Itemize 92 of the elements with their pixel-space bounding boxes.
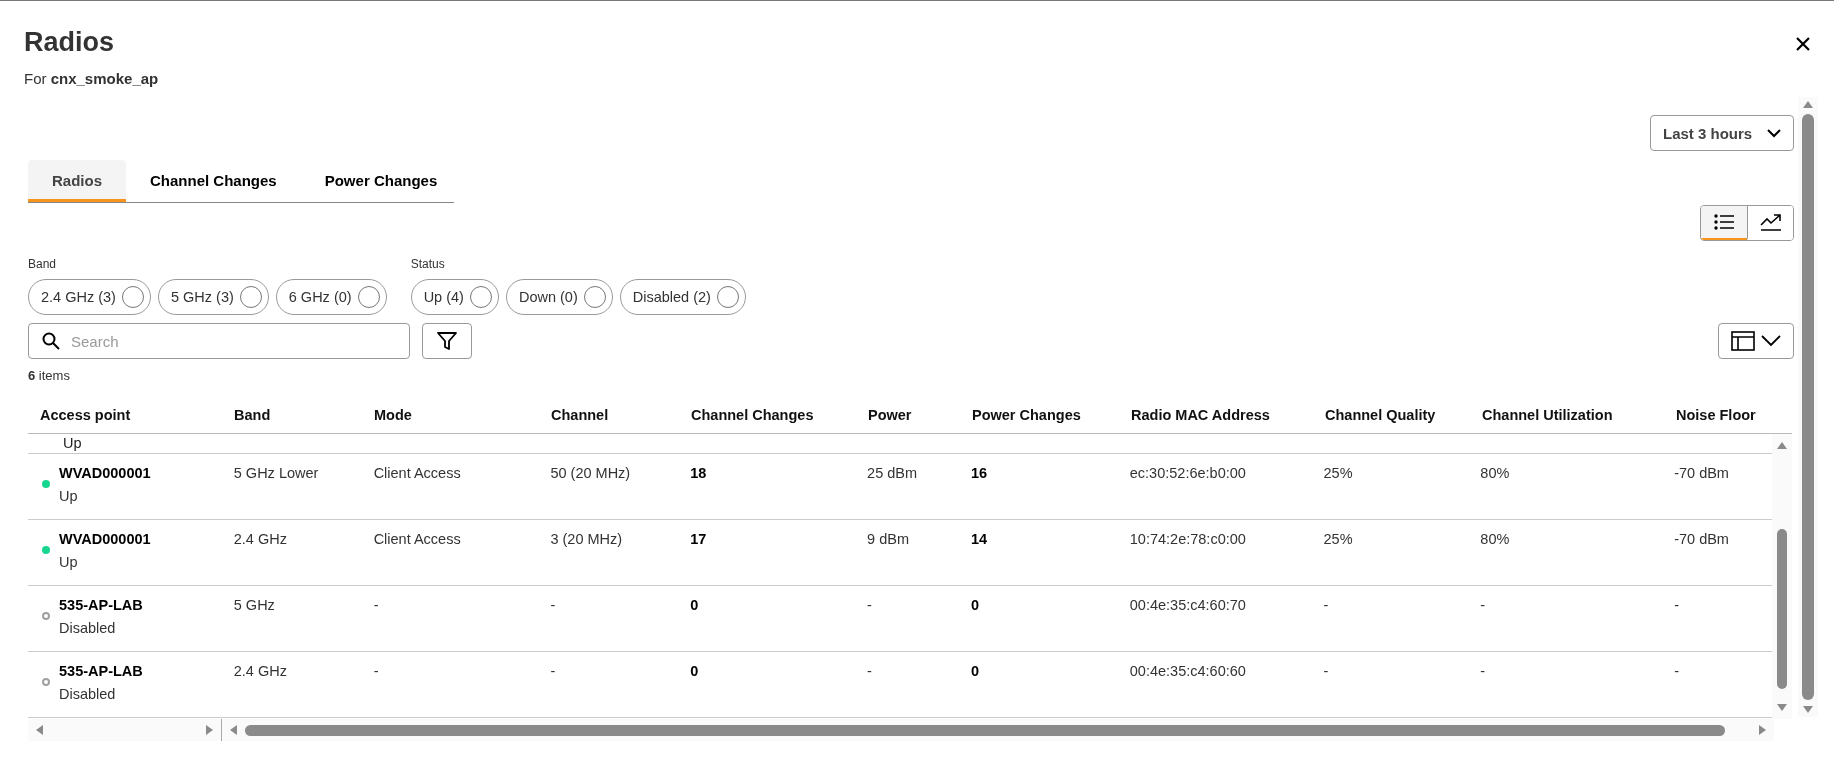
- status-text: Disabled: [59, 686, 117, 702]
- close-icon: [1796, 37, 1810, 51]
- column-header[interactable]: Channel Quality: [1313, 407, 1470, 423]
- table-cell: 0: [690, 663, 699, 679]
- scrollbar[interactable]: [1798, 97, 1818, 717]
- table-cell: 18: [690, 465, 707, 481]
- chevron-down-icon: [1761, 335, 1781, 347]
- table-cell: 10:74:2e:78:c0:00: [1129, 531, 1246, 547]
- table-cell: 14: [970, 531, 988, 547]
- column-header[interactable]: Power: [856, 407, 960, 423]
- table-cell: 5 GHz: [233, 597, 275, 613]
- table-cell: -70 dBm: [1674, 465, 1729, 481]
- dialog-title: Radios: [24, 27, 116, 58]
- chevron-down-icon: [1767, 128, 1781, 138]
- table-cell: -: [550, 597, 556, 613]
- column-header[interactable]: Mode: [362, 407, 539, 423]
- table-cell: 2.4 GHz: [233, 663, 287, 679]
- table-cell: -: [867, 663, 872, 679]
- list-icon: [1714, 214, 1734, 230]
- column-header[interactable]: Band: [222, 407, 362, 423]
- table-cell: -: [373, 597, 379, 613]
- filter-button[interactable]: [422, 323, 472, 359]
- dialog-subtitle: For cnx_smoke_ap: [24, 70, 159, 87]
- table-cell: 0: [690, 597, 699, 613]
- scrollbar[interactable]: [222, 719, 1774, 741]
- access-point-name[interactable]: WVAD000001: [59, 465, 151, 481]
- filter-label: Status: [410, 257, 446, 271]
- column-header[interactable]: Channel Utilization: [1470, 407, 1664, 423]
- column-settings-button[interactable]: [1718, 323, 1794, 359]
- table-cell: 17: [690, 531, 707, 547]
- table-cell: Client Access: [373, 465, 461, 481]
- chart-view-button[interactable]: [1747, 206, 1793, 240]
- status-text: Up: [59, 488, 79, 504]
- item-count: 6 items: [28, 368, 71, 383]
- table-cell: -: [1480, 597, 1486, 613]
- status-text: Disabled: [59, 620, 117, 636]
- status-text: Up: [59, 554, 79, 570]
- search-icon: [42, 332, 60, 350]
- access-point-name[interactable]: 535-AP-LAB: [59, 663, 143, 679]
- table-cell: 5 GHz Lower: [233, 465, 319, 481]
- search-field[interactable]: Search: [28, 323, 410, 359]
- column-header[interactable]: Noise Floor: [1664, 407, 1774, 423]
- table-cell: -70 dBm: [1674, 531, 1729, 547]
- trend-line-icon: [1759, 213, 1782, 231]
- table-cell: 80%: [1480, 531, 1510, 547]
- table-cell: 00:4e:35:c4:60:70: [1129, 597, 1246, 613]
- tab[interactable]: Channel Changes: [126, 160, 301, 202]
- column-header[interactable]: Channel Changes: [679, 407, 856, 423]
- table-cell: -: [1480, 663, 1486, 679]
- column-header[interactable]: Channel: [539, 407, 679, 423]
- table-cell: -: [550, 663, 556, 679]
- filter-icon: [436, 330, 458, 352]
- table-cell: -: [1323, 663, 1329, 679]
- table-cell: 25%: [1323, 531, 1353, 547]
- table-cell: ec:30:52:6e:b0:00: [1129, 465, 1246, 481]
- table-cell: 0: [970, 597, 980, 613]
- table-cell: 25%: [1323, 465, 1353, 481]
- table-cell: 16: [970, 465, 988, 481]
- table-cell: 0: [970, 663, 980, 679]
- table-cell: -: [1323, 597, 1329, 613]
- filter-chip[interactable]: Disabled (2): [619, 279, 746, 315]
- access-point-name[interactable]: WVAD000001: [59, 531, 151, 547]
- table-cell: 2.4 GHz: [233, 531, 287, 547]
- column-header[interactable]: Access point: [28, 407, 222, 423]
- filter-chip[interactable]: 6 GHz (0): [275, 279, 387, 315]
- list-view-button[interactable]: [1701, 206, 1747, 240]
- filter-label: Band: [28, 257, 58, 271]
- table-cell: -: [867, 597, 872, 613]
- time-range-dropdown[interactable]: Last 3 hours: [1650, 115, 1794, 151]
- table-cell: 9 dBm: [867, 531, 909, 547]
- filter-chip[interactable]: Down (0): [505, 279, 613, 315]
- table-cell: -: [373, 663, 379, 679]
- table-cell: -: [1674, 597, 1679, 613]
- table-cell: 50 (20 MHz): [550, 465, 631, 481]
- filter-chip[interactable]: Up (4): [410, 279, 499, 315]
- table-cell: -: [1674, 663, 1679, 679]
- status-text: Up: [63, 435, 82, 451]
- scrollbar[interactable]: [1772, 434, 1792, 719]
- tab[interactable]: Radios: [28, 160, 126, 202]
- table-cell: 00:4e:35:c4:60:60: [1129, 663, 1246, 679]
- table-cell: 80%: [1480, 465, 1510, 481]
- access-point-name[interactable]: 535-AP-LAB: [59, 597, 143, 613]
- table-cell: 3 (20 MHz): [550, 531, 623, 547]
- tab[interactable]: Power Changes: [300, 160, 462, 202]
- filter-chip[interactable]: 2.4 GHz (3): [28, 279, 151, 315]
- layout-icon: [1731, 331, 1755, 351]
- column-header[interactable]: Radio MAC Address: [1119, 407, 1313, 423]
- table-cell: Client Access: [373, 531, 461, 547]
- scrollbar[interactable]: [28, 719, 222, 741]
- column-header[interactable]: Power Changes: [960, 407, 1119, 423]
- filter-chip[interactable]: 5 GHz (3): [157, 279, 269, 315]
- table-cell: 25 dBm: [867, 465, 918, 481]
